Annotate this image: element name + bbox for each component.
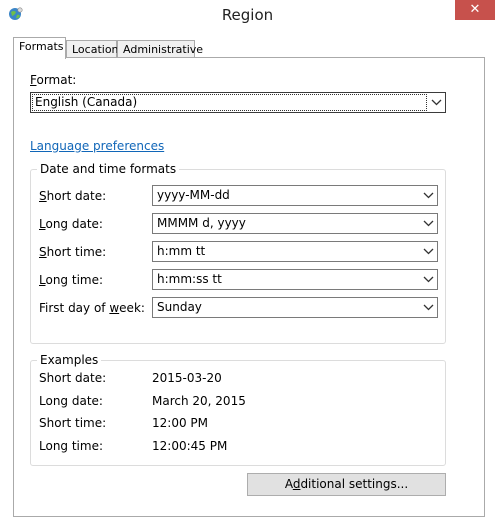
long-time-value: h:mm:ss tt (157, 272, 222, 286)
additional-settings-button[interactable]: Additional settings... (247, 473, 446, 496)
example-short-time-label: Short time: (39, 416, 107, 430)
example-long-time-value: 12:00:45 PM (152, 439, 228, 453)
chevron-down-icon (431, 99, 442, 106)
date-time-formats-group: Date and time formats Short date: yyyy-M… (30, 162, 446, 344)
format-label: Format: (30, 73, 77, 87)
short-date-label: Short date: (39, 189, 107, 203)
examples-group: Examples Short date: 2015-03-20 Long dat… (30, 353, 446, 466)
short-date-value: yyyy-MM-dd (157, 188, 230, 202)
example-short-date-value: 2015-03-20 (152, 371, 222, 385)
first-day-of-week-select[interactable]: Sunday (152, 297, 438, 318)
short-date-select[interactable]: yyyy-MM-dd (152, 185, 438, 206)
group-title: Date and time formats (37, 162, 180, 176)
language-preferences-link[interactable]: Language preferences (30, 139, 164, 153)
first-day-of-week-label: First day of week: (39, 301, 145, 315)
long-date-select[interactable]: MMMM d, yyyy (152, 213, 438, 234)
example-short-date-label: Short date: (39, 371, 107, 385)
format-value: English (Canada) (35, 95, 138, 109)
example-long-date-value: March 20, 2015 (152, 394, 246, 408)
chevron-down-icon (423, 220, 434, 227)
title-bar: Region ✕ (0, 0, 495, 33)
window-title: Region (221, 6, 274, 24)
short-time-select[interactable]: h:mm tt (152, 241, 438, 262)
chevron-down-icon (423, 304, 434, 311)
example-long-time-label: Long time: (39, 439, 104, 453)
long-date-value: MMMM d, yyyy (157, 216, 246, 230)
chevron-down-icon (423, 192, 434, 199)
example-short-time-value: 12:00 PM (152, 416, 208, 430)
example-long-date-label: Long date: (39, 394, 103, 408)
short-time-value: h:mm tt (157, 244, 206, 258)
close-icon: ✕ (469, 2, 481, 17)
group-title: Examples (37, 353, 102, 367)
chevron-down-icon (423, 248, 434, 255)
long-date-label: Long date: (39, 217, 103, 231)
close-button[interactable]: ✕ (455, 0, 495, 20)
short-time-label: Short time: (39, 245, 107, 259)
tab-formats[interactable]: Formats (13, 37, 66, 59)
long-time-select[interactable]: h:mm:ss tt (152, 269, 438, 290)
formats-panel: Format: English (Canada) Language prefer… (13, 57, 485, 517)
first-day-value: Sunday (157, 300, 202, 314)
long-time-label: Long time: (39, 273, 104, 287)
format-select[interactable]: English (Canada) (30, 92, 446, 113)
chevron-down-icon (423, 276, 434, 283)
tab-location[interactable]: Location (66, 40, 119, 57)
tab-administrative[interactable]: Administrative (117, 40, 203, 57)
